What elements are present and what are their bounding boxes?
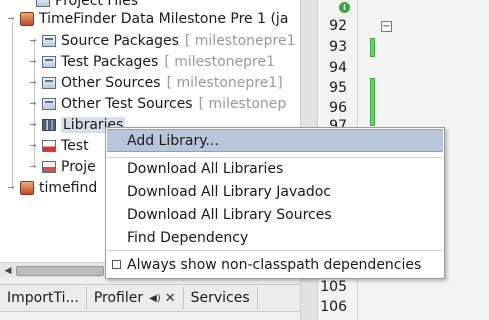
menu-item-find-dependency[interactable]: Find Dependency bbox=[107, 226, 443, 249]
bottom-tab-strip: ImportTi... Profiler ◀) ✕ Services bbox=[0, 284, 300, 312]
line-number: 106 bbox=[320, 299, 347, 315]
test-library-icon bbox=[42, 139, 56, 152]
scroll-left-arrow-icon[interactable]: ◀ bbox=[1, 263, 15, 278]
package-icon bbox=[42, 34, 56, 47]
line-number: 94 bbox=[329, 60, 347, 76]
tree-item-context: [ milestonepre1 bbox=[164, 53, 275, 70]
menu-item-label: Download All Libraries bbox=[127, 160, 284, 177]
menu-item-show-non-classpath[interactable]: Always show non-classpath dependencies bbox=[107, 253, 443, 276]
expand-toggle-icon[interactable]: ⊸ bbox=[28, 120, 38, 130]
tree-item-label: Test Packages bbox=[61, 53, 159, 70]
menu-item-label: Download All Library Javadoc bbox=[127, 183, 331, 200]
change-marker bbox=[370, 38, 375, 57]
change-marker bbox=[370, 78, 375, 126]
checkbox-icon[interactable] bbox=[112, 260, 121, 269]
speaker-icon: ◀) bbox=[149, 292, 161, 304]
libraries-context-menu: Add Library... Download All Libraries Do… bbox=[105, 127, 445, 279]
line-number: 105 bbox=[320, 279, 347, 295]
library-icon bbox=[42, 118, 56, 131]
expand-toggle-icon[interactable]: ⊸ bbox=[28, 141, 38, 151]
tree-item-label: Test bbox=[61, 137, 89, 154]
tree-item-label: TimeFinder Data Milestone Pre 1 (ja bbox=[39, 10, 289, 27]
menu-item-download-javadoc[interactable]: Download All Library Javadoc bbox=[107, 180, 443, 203]
expand-toggle-icon[interactable]: ⊸ bbox=[28, 78, 38, 88]
fold-collapse-icon[interactable]: − bbox=[381, 21, 392, 32]
line-number: 96 bbox=[329, 100, 347, 116]
expand-toggle-icon[interactable]: ⊸ bbox=[28, 162, 38, 172]
close-icon[interactable]: ✕ bbox=[165, 291, 176, 306]
tree-item-source-packages[interactable]: ⊸ Source Packages [ milestonepre1 bbox=[28, 30, 296, 51]
package-icon bbox=[42, 97, 56, 110]
info-icon[interactable]: i bbox=[339, 2, 350, 13]
coffee-cup-icon bbox=[20, 11, 34, 26]
menu-item-download-all-libraries[interactable]: Download All Libraries bbox=[107, 157, 443, 180]
menu-item-download-sources[interactable]: Download All Library Sources bbox=[107, 203, 443, 226]
tab-profiler[interactable]: Profiler ◀) ✕ bbox=[87, 287, 184, 309]
line-number: 95 bbox=[329, 80, 347, 96]
tree-item-timefinder-project[interactable]: ⊸ TimeFinder Data Milestone Pre 1 (ja bbox=[6, 8, 289, 29]
folder-icon bbox=[36, 0, 50, 7]
project-files-icon bbox=[42, 160, 56, 173]
tree-connector bbox=[12, 22, 13, 187]
tab-importti[interactable]: ImportTi... bbox=[0, 287, 87, 309]
tree-item-test-libraries[interactable]: ⊸ Test bbox=[28, 135, 89, 156]
expand-toggle-icon[interactable]: ⊸ bbox=[28, 99, 38, 109]
expand-toggle-icon[interactable]: ⊸ bbox=[28, 36, 38, 46]
menu-separator bbox=[108, 250, 442, 251]
tree-item-label: Other Sources bbox=[61, 74, 161, 91]
package-icon bbox=[42, 55, 56, 68]
line-number: 93 bbox=[329, 39, 347, 55]
expand-toggle-icon[interactable]: ⊸ bbox=[6, 14, 16, 24]
tab-label: Services bbox=[190, 290, 250, 306]
tree-item-context: [ milestonepre1] bbox=[166, 74, 283, 91]
tree-item-label: Source Packages bbox=[61, 32, 179, 49]
tree-item-context: [ milestonep bbox=[198, 95, 287, 112]
scrollbar-thumb[interactable] bbox=[16, 266, 104, 276]
tree-item-project-files-node[interactable]: ⊸ Proje bbox=[28, 156, 96, 177]
expand-toggle-icon[interactable]: ⊸ bbox=[28, 57, 38, 67]
menu-item-add-library[interactable]: Add Library... bbox=[107, 129, 443, 152]
package-icon bbox=[42, 76, 56, 89]
expand-toggle-icon[interactable]: ⊸ bbox=[6, 183, 16, 193]
tree-item-label: Other Test Sources bbox=[61, 95, 193, 112]
tab-label: ImportTi... bbox=[7, 290, 79, 306]
line-number: 92 bbox=[329, 18, 347, 34]
tree-item-label: Proje bbox=[61, 158, 96, 175]
tab-services[interactable]: Services bbox=[184, 287, 258, 309]
tree-item-other-test-sources[interactable]: ⊸ Other Test Sources [ milestonep bbox=[28, 93, 287, 114]
menu-item-label: Add Library... bbox=[127, 132, 219, 149]
tree-item-other-sources[interactable]: ⊸ Other Sources [ milestonepre1] bbox=[28, 72, 283, 93]
menu-item-label: Download All Library Sources bbox=[127, 206, 332, 223]
tree-item-timefinder-second[interactable]: ⊸ timefind bbox=[6, 177, 98, 198]
tree-item-label: timefind bbox=[39, 179, 98, 196]
tree-item-test-packages[interactable]: ⊸ Test Packages [ milestonepre1 bbox=[28, 51, 275, 72]
coffee-cup-icon bbox=[20, 180, 34, 195]
tab-label: Profiler bbox=[93, 290, 144, 306]
menu-item-label: Always show non-classpath dependencies bbox=[127, 256, 422, 273]
menu-item-label: Find Dependency bbox=[127, 229, 249, 246]
tree-item-context: [ milestonepre1 bbox=[184, 32, 296, 49]
